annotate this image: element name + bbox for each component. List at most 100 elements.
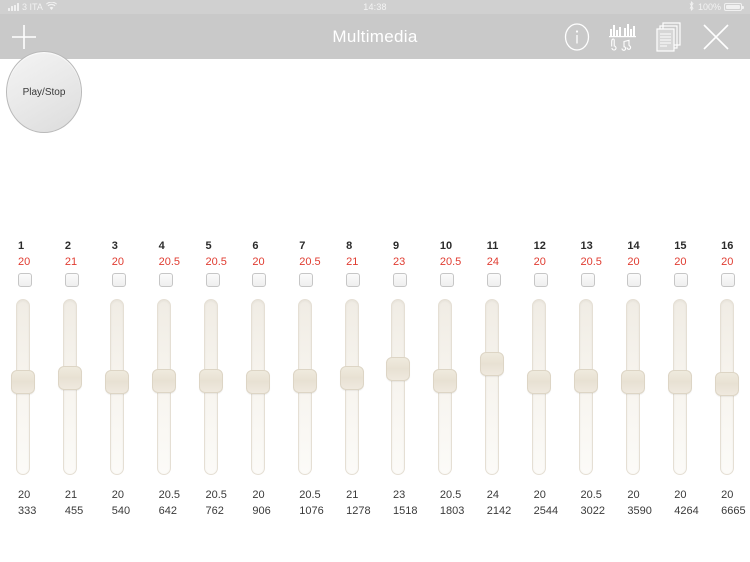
channel-frequency: 2142 [486,505,512,517]
navigation-bar: Multimedia [0,14,750,59]
channel-slider[interactable] [527,299,552,475]
channel-checkbox[interactable] [674,273,689,287]
channel-value: 20.5 [158,256,181,268]
channel-number: 15 [674,240,687,252]
plus-icon [12,24,36,49]
slider-thumb[interactable] [198,369,223,393]
channel-slider[interactable] [386,299,411,475]
channel-frequency: 1803 [439,505,465,517]
channel-frequency: 455 [64,505,84,517]
bluetooth-icon [688,0,695,13]
channel-slider[interactable] [58,299,83,475]
channel-number: 5 [205,240,212,252]
channel-checkbox[interactable] [299,273,314,287]
channel-value: 20 [721,256,734,268]
channel-bottom-value: 23 [393,489,406,501]
channel-value: 23 [393,256,406,268]
channel-frequency: 1076 [299,505,324,517]
slider-thumb[interactable] [11,370,36,394]
channel-slider[interactable] [433,299,458,475]
channel-slider[interactable] [573,299,598,475]
channel-strip: 1 20 20 333 [0,238,47,558]
channel-slider[interactable] [620,299,645,475]
channel-frequency: 333 [18,505,37,517]
channel-slider[interactable] [152,299,177,475]
slider-thumb[interactable] [245,370,270,394]
channel-checkbox[interactable] [111,273,126,287]
slider-thumb[interactable] [58,366,83,390]
channel-checkbox[interactable] [64,273,79,287]
channel-value: 21 [64,256,78,268]
channel-strip: 8 21 21 1278 [328,238,375,558]
slider-thumb[interactable] [573,369,598,393]
slider-thumb[interactable] [714,372,739,396]
channel-value: 20 [252,256,265,268]
channel-slider[interactable] [245,299,270,475]
slider-thumb[interactable] [667,370,692,394]
channel-checkbox[interactable] [627,273,642,287]
channel-value: 20.5 [205,256,227,268]
close-x-icon [703,23,729,50]
channel-value: 20 [674,256,687,268]
channel-number: 11 [486,240,499,252]
slider-track [485,299,500,475]
spectrum-button[interactable] [608,23,638,51]
channel-strip: 6 20 20 906 [234,238,281,558]
channel-frequency: 4264 [674,505,699,517]
channel-slider[interactable] [105,299,130,475]
slider-thumb[interactable] [527,370,552,394]
channel-frequency: 642 [158,505,177,517]
slider-thumb[interactable] [105,370,130,394]
channel-value: 20 [111,256,124,268]
app-root: 3 ITA 14:38 100% Multimedia Play/Stop 1 … [0,0,750,562]
channel-bottom-value: 20 [111,489,124,501]
slider-thumb[interactable] [152,369,177,393]
status-time: 14:38 [363,2,387,12]
channel-slider[interactable] [480,299,505,475]
channel-number: 12 [533,240,546,252]
channel-checkbox[interactable] [205,273,220,287]
channel-frequency: 540 [111,505,131,517]
slider-thumb[interactable] [433,369,458,393]
channel-checkbox[interactable] [158,273,173,287]
channel-strip: 5 20.5 20.5 762 [188,238,235,558]
slider-thumb[interactable] [386,357,411,381]
channel-slider[interactable] [667,299,692,475]
channel-checkbox[interactable] [580,273,595,287]
channel-frequency: 3590 [627,505,652,517]
info-button[interactable] [562,22,592,52]
channel-checkbox[interactable] [533,273,548,287]
status-bar: 3 ITA 14:38 100% [0,0,750,14]
channel-checkbox[interactable] [439,273,454,287]
add-button[interactable] [0,14,48,59]
channel-slider[interactable] [198,299,223,475]
channel-strip: 4 20.5 20.5 642 [141,238,188,558]
channel-number: 4 [158,240,165,252]
channel-checkbox[interactable] [721,273,736,287]
channel-slider[interactable] [714,299,739,475]
channel-slider[interactable] [11,299,36,475]
channel-frequency: 3022 [580,505,605,517]
channel-slider[interactable] [339,299,364,475]
slider-thumb[interactable] [292,369,317,393]
channel-checkbox[interactable] [393,273,407,287]
channel-checkbox[interactable] [346,273,361,287]
close-button[interactable] [700,21,732,53]
slider-thumb[interactable] [339,366,364,390]
channel-checkbox[interactable] [486,273,501,287]
channel-strip: 16 20 20 6665 [703,238,750,558]
slider-thumb[interactable] [480,352,505,376]
channel-strip: 2 21 21 455 [47,238,94,558]
channel-slider[interactable] [292,299,317,475]
play-stop-button[interactable]: Play/Stop [6,51,82,133]
channel-strip: 9 23 23 1518 [375,238,422,558]
channel-checkbox[interactable] [18,273,32,287]
pages-button[interactable] [654,21,684,53]
channel-frequency: 906 [252,505,271,517]
document-stack-icon [656,21,681,52]
slider-track [391,299,406,475]
channel-checkbox[interactable] [252,273,267,287]
slider-thumb[interactable] [620,370,645,394]
channel-strip: 11 24 24 2142 [469,238,516,558]
channel-bottom-value: 20 [533,489,546,501]
